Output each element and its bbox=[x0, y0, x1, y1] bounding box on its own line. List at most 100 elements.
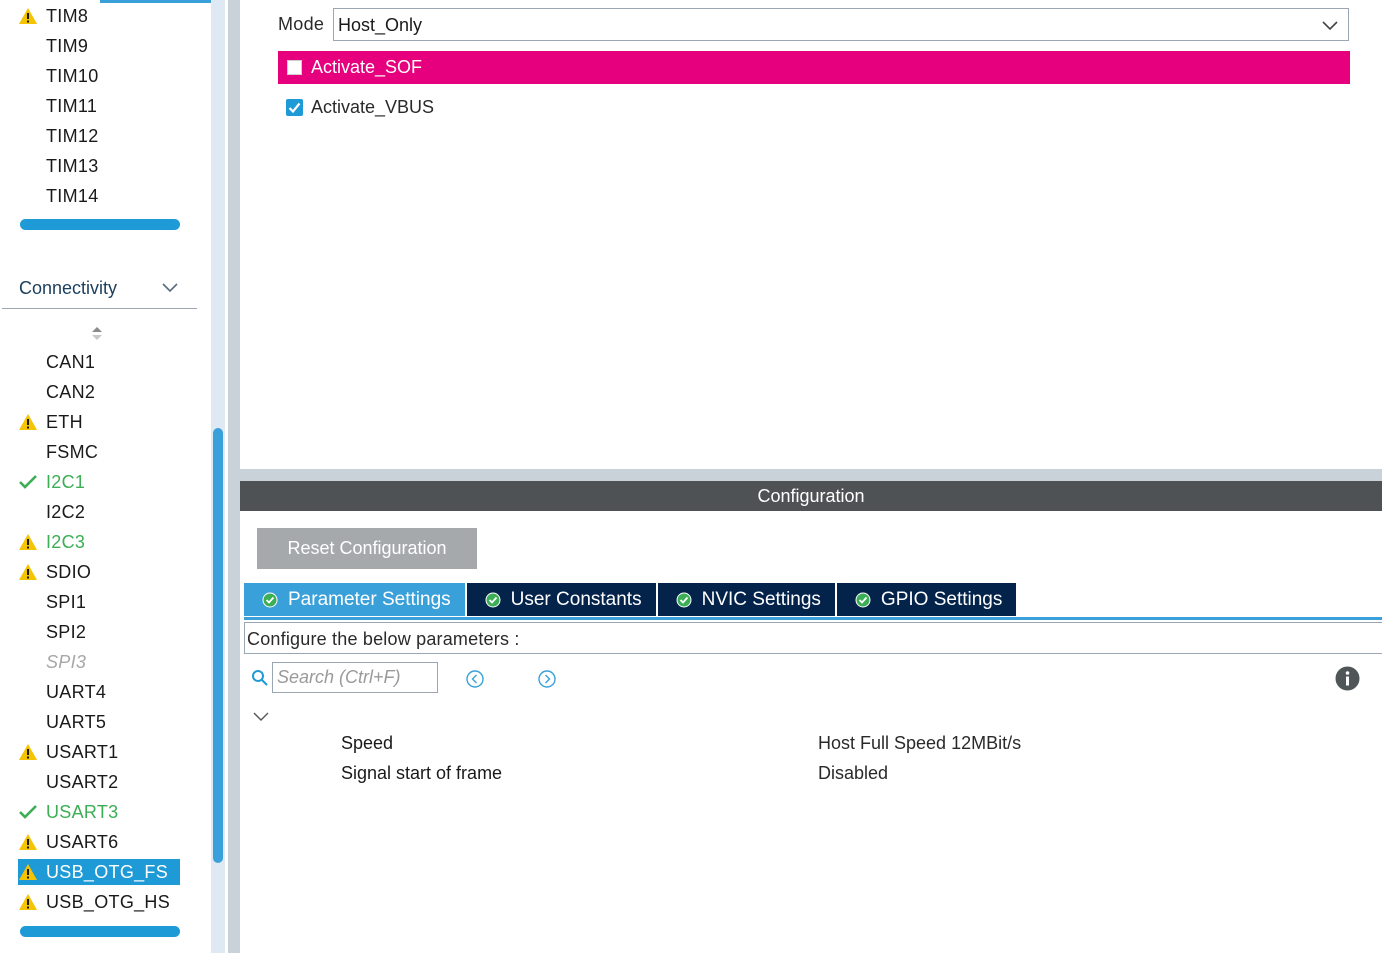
parameters-title: Configure the below parameters : bbox=[247, 629, 520, 649]
parameter-name: Speed bbox=[341, 733, 394, 753]
sidebar-item-label: USART1 bbox=[46, 741, 119, 762]
sidebar-item-tim9[interactable]: TIM9 bbox=[18, 33, 180, 59]
activate-sof-checkbox[interactable] bbox=[287, 60, 302, 75]
mode-label: Mode bbox=[278, 14, 325, 34]
sidebar-divider[interactable] bbox=[228, 0, 240, 953]
sort-icon[interactable] bbox=[90, 326, 104, 347]
activate-sof-label: Activate_SOF bbox=[311, 57, 423, 77]
parameter-value[interactable]: Disabled bbox=[818, 763, 888, 784]
configuration-tabs: Parameter Settings User Constants NVIC Set… bbox=[244, 583, 1018, 616]
sidebar-item-label: FSMC bbox=[46, 441, 99, 462]
info-icon[interactable] bbox=[1335, 666, 1360, 696]
check-circle-icon bbox=[262, 592, 278, 608]
sidebar-item-usart3[interactable]: USART3 bbox=[18, 799, 180, 825]
sidebar-item-usart2[interactable]: USART2 bbox=[18, 769, 180, 795]
warning-icon bbox=[18, 529, 46, 555]
status-icon-placeholder bbox=[18, 349, 46, 375]
activate-vbus-checkbox[interactable] bbox=[286, 99, 303, 116]
parameters-header-box: Configure the below parameters : bbox=[244, 622, 1382, 654]
sidebar-item-tim11[interactable]: TIM11 bbox=[18, 93, 180, 119]
sidebar-item-tim12[interactable]: TIM12 bbox=[18, 123, 180, 149]
arrow-left-circle-icon bbox=[466, 670, 484, 688]
warning-icon bbox=[19, 564, 37, 580]
warning-icon bbox=[18, 859, 46, 885]
panel-splitter[interactable] bbox=[240, 469, 1382, 481]
search-icon bbox=[251, 669, 269, 692]
sidebar-item-label: CAN2 bbox=[46, 381, 96, 402]
sidebar-item-label: ETH bbox=[46, 411, 83, 432]
status-icon-placeholder bbox=[18, 153, 46, 179]
timers-horizontal-scrollbar[interactable] bbox=[20, 219, 180, 230]
tab-nvic-settings[interactable]: NVIC Settings bbox=[657, 583, 835, 616]
sidebar-item-label: TIM9 bbox=[46, 35, 89, 56]
previous-match-button[interactable] bbox=[465, 669, 485, 694]
warning-icon bbox=[19, 834, 37, 850]
sidebar-item-fsmc[interactable]: FSMC bbox=[18, 439, 180, 465]
sidebar-item-can1[interactable]: CAN1 bbox=[18, 349, 180, 375]
sidebar-item-tim10[interactable]: TIM10 bbox=[18, 63, 180, 89]
warning-icon bbox=[18, 739, 46, 765]
sidebar-item-usart1[interactable]: USART1 bbox=[18, 739, 180, 765]
sidebar-item-tim8[interactable]: TIM8 bbox=[18, 3, 180, 29]
mode-select[interactable]: Host_Only bbox=[333, 8, 1349, 41]
activate-vbus-label: Activate_VBUS bbox=[311, 97, 435, 117]
sidebar-item-i2c2[interactable]: I2C2 bbox=[18, 499, 180, 525]
parameter-name: Signal start of frame bbox=[341, 763, 503, 783]
sidebar-item-label: USART2 bbox=[46, 771, 119, 792]
sidebar-item-label: TIM11 bbox=[46, 95, 98, 116]
sidebar-item-usart6[interactable]: USART6 bbox=[18, 829, 180, 855]
status-icon-placeholder bbox=[18, 649, 46, 675]
tab-user-constants[interactable]: User Constants bbox=[466, 583, 656, 616]
sidebar: TIM8 TIM9 TIM10 TIM11 TIM12 TIM13 TIM14 Connec… bbox=[0, 0, 228, 953]
tab-label: User Constants bbox=[510, 588, 642, 610]
chevron-down-icon[interactable] bbox=[1322, 18, 1338, 36]
activate-sof-row[interactable]: Activate_SOF bbox=[278, 51, 1350, 84]
sidebar-item-usb_otg_fs[interactable]: USB_OTG_FS bbox=[18, 859, 180, 885]
collapse-group-icon[interactable] bbox=[253, 709, 269, 727]
check-circle-icon bbox=[855, 592, 871, 608]
connectivity-category-header[interactable]: Connectivity bbox=[2, 272, 197, 309]
warning-icon bbox=[19, 534, 37, 550]
tab-label: Parameter Settings bbox=[288, 588, 451, 610]
sidebar-item-tim14[interactable]: TIM14 bbox=[18, 183, 180, 209]
connectivity-horizontal-scrollbar[interactable] bbox=[20, 926, 180, 937]
warning-icon bbox=[19, 894, 37, 910]
chevron-down-icon[interactable] bbox=[162, 280, 178, 298]
status-icon-placeholder bbox=[18, 709, 46, 735]
search-input[interactable] bbox=[272, 662, 438, 693]
sidebar-item-usb_otg_hs[interactable]: USB_OTG_HS bbox=[18, 889, 180, 915]
status-icon-placeholder bbox=[18, 589, 46, 615]
warning-icon bbox=[19, 744, 37, 760]
warning-icon bbox=[19, 8, 37, 24]
sidebar-item-i2c1[interactable]: I2C1 bbox=[18, 469, 180, 495]
sidebar-item-label: USB_OTG_FS bbox=[46, 861, 169, 882]
sidebar-item-uart4[interactable]: UART4 bbox=[18, 679, 180, 705]
status-icon-placeholder bbox=[18, 379, 46, 405]
sidebar-item-spi1[interactable]: SPI1 bbox=[18, 589, 180, 615]
warning-icon bbox=[18, 829, 46, 855]
sidebar-item-label: USB_OTG_HS bbox=[46, 891, 171, 912]
sidebar-item-label: TIM8 bbox=[46, 5, 89, 26]
sidebar-item-uart5[interactable]: UART5 bbox=[18, 709, 180, 735]
sidebar-item-sdio[interactable]: SDIO bbox=[18, 559, 180, 585]
sidebar-item-eth[interactable]: ETH bbox=[18, 409, 180, 435]
checkmark-icon bbox=[18, 469, 46, 495]
next-match-button[interactable] bbox=[537, 669, 557, 694]
parameter-value[interactable]: Host Full Speed 12MBit/s bbox=[818, 733, 1021, 754]
sidebar-item-spi2[interactable]: SPI2 bbox=[18, 619, 180, 645]
sidebar-item-label: I2C1 bbox=[46, 471, 86, 492]
reset-configuration-button[interactable]: Reset Configuration bbox=[257, 528, 477, 569]
sidebar-item-label: USART6 bbox=[46, 831, 119, 852]
tab-parameter-settings[interactable]: Parameter Settings bbox=[244, 583, 465, 616]
sidebar-item-label: UART4 bbox=[46, 681, 107, 702]
sidebar-item-tim13[interactable]: TIM13 bbox=[18, 153, 180, 179]
status-icon-placeholder bbox=[18, 769, 46, 795]
sidebar-item-i2c3[interactable]: I2C3 bbox=[18, 529, 180, 555]
sidebar-item-spi3[interactable]: SPI3 bbox=[18, 649, 180, 675]
sidebar-item-label: I2C2 bbox=[46, 501, 86, 522]
tab-gpio-settings[interactable]: GPIO Settings bbox=[836, 583, 1017, 616]
sidebar-item-label: USART3 bbox=[46, 801, 119, 822]
sidebar-scrollbar-thumb[interactable] bbox=[213, 428, 223, 863]
sidebar-item-can2[interactable]: CAN2 bbox=[18, 379, 180, 405]
sidebar-item-label: UART5 bbox=[46, 711, 107, 732]
